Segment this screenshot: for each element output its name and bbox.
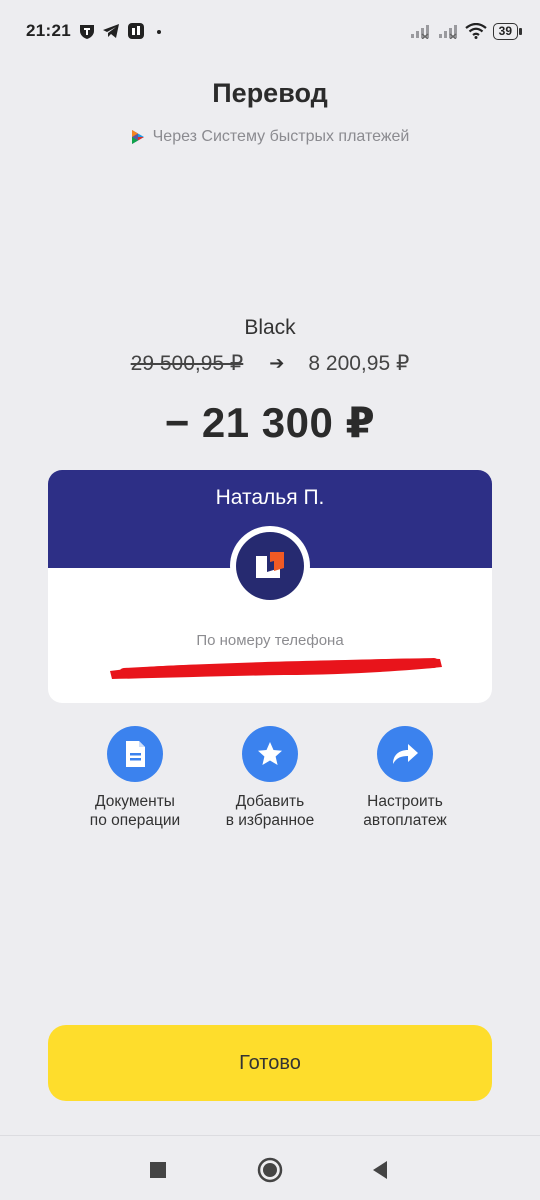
balance-change: 29 500,95 ₽ ➔ 8 200,95 ₽ (0, 351, 540, 376)
signal-2-icon (438, 25, 457, 39)
back-icon[interactable] (366, 1156, 394, 1184)
documents-action[interactable]: Документы по операции (60, 726, 210, 830)
status-indicators: 39 (409, 20, 523, 42)
recipient-name: Наталья П. (215, 486, 325, 509)
shield-notification-icon (80, 25, 94, 39)
balance-after: 8 200,95 ₽ (308, 352, 410, 375)
page-title: Перевод (212, 78, 328, 108)
subtitle-text: Через Систему быстрых платежей (152, 128, 410, 145)
share-arrow-icon (377, 726, 433, 782)
recents-icon[interactable] (144, 1156, 172, 1184)
arrow-right-icon: ➔ (269, 353, 285, 373)
document-icon (107, 726, 163, 782)
autopay-action[interactable]: Настроить автоплатеж (330, 726, 480, 830)
account-name: Black (244, 316, 296, 339)
signal-1-icon (410, 25, 429, 39)
battery-icon: 39 (492, 22, 523, 40)
telegram-icon (103, 24, 119, 38)
operation-actions: Документы по операции Добавить в избранн… (0, 726, 540, 836)
wifi-icon (464, 23, 487, 39)
app-notification-icon (128, 23, 144, 39)
sbp-logo-icon (131, 130, 144, 144)
autopay-label: Настроить автоплатеж (363, 793, 447, 829)
favorite-label: Добавить в избранное (225, 793, 315, 829)
balance-before: 29 500,95 ₽ (130, 352, 244, 375)
sbp-subtitle: Через Систему быстрых платежей (0, 128, 540, 146)
done-button[interactable]: Готово (48, 1025, 492, 1101)
more-dot-icon (157, 30, 161, 34)
system-nav-bar (0, 1140, 540, 1200)
status-bar: 21:21 39 (0, 0, 540, 64)
recipient-card: Наталья П. По номеру телефона (48, 470, 492, 703)
home-icon[interactable] (256, 1156, 284, 1184)
nav-divider (0, 1135, 540, 1136)
redaction-scribble (110, 658, 442, 679)
status-time: 21:21 (26, 21, 71, 40)
recipient-method: По номеру телефона (196, 632, 344, 649)
transfer-amount: − 21 300 ₽ (164, 399, 376, 446)
star-icon (242, 726, 298, 782)
bank-logo-icon (230, 526, 310, 606)
documents-label: Документы по операции (89, 793, 181, 829)
favorite-action[interactable]: Добавить в избранное (195, 726, 345, 830)
